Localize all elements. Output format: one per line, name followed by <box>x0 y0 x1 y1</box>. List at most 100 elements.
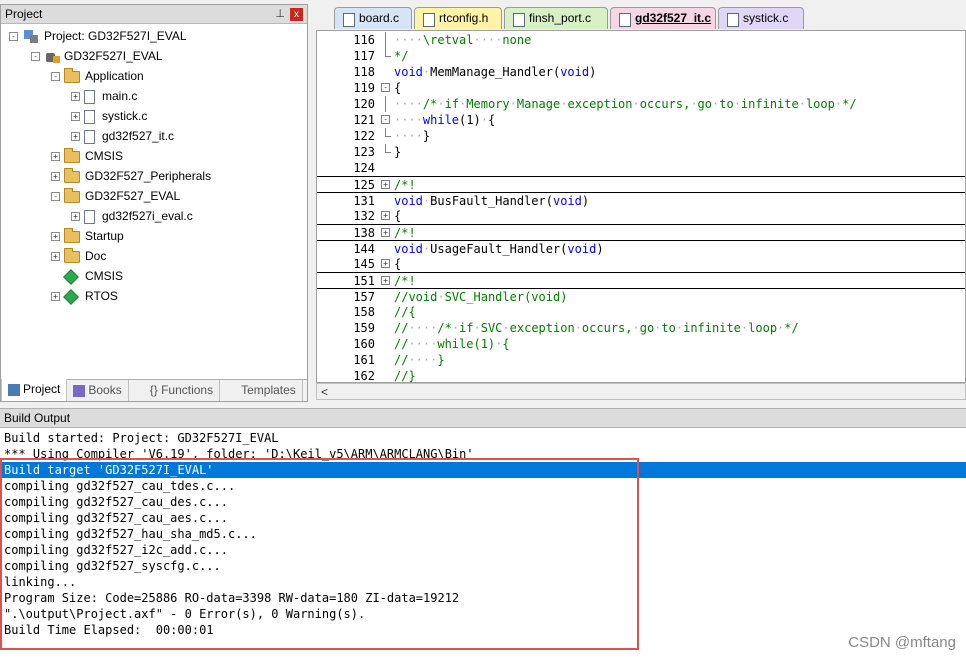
collapse-icon[interactable]: - <box>9 32 18 42</box>
editor-tab[interactable]: gd32f527_it.c <box>610 7 716 29</box>
expand-icon[interactable]: + <box>71 212 80 222</box>
tree-item[interactable]: + GD32F527_Peripherals <box>51 167 211 185</box>
tree-item[interactable]: + Startup <box>51 227 124 245</box>
panel-tab-project[interactable]: Project <box>1 379 68 401</box>
expand-icon[interactable]: + <box>71 92 80 102</box>
tree-item-label: Project: GD32F527I_EVAL <box>44 29 187 43</box>
close-icon[interactable]: x <box>290 8 303 21</box>
panel-tab-templates[interactable]: Templates <box>220 380 303 401</box>
tree-item[interactable]: + gd32f527_it.c <box>71 127 174 145</box>
line-number: 120 <box>353 97 375 111</box>
horizontal-scrollbar[interactable]: < <box>316 383 966 400</box>
folder-icon <box>64 147 80 163</box>
code-text: //····while(1)·{ <box>394 337 510 351</box>
expand-icon[interactable]: + <box>71 132 80 142</box>
build-output-line[interactable]: linking... <box>0 574 966 590</box>
expand-icon[interactable]: + <box>51 152 60 162</box>
fold-expand-icon[interactable]: + <box>381 180 390 189</box>
expand-icon[interactable]: + <box>51 172 60 182</box>
line-number: 132 <box>353 209 375 223</box>
build-output-header: Build Output <box>0 408 966 428</box>
code-text: void·MemManage_Handler(void) <box>394 65 597 79</box>
tree-item-label: gd32f527i_eval.c <box>102 209 193 223</box>
build-output-line[interactable]: Build Time Elapsed: 00:00:01 <box>0 622 966 638</box>
build-output-line[interactable]: Build started: Project: GD32F527I_EVAL <box>0 430 966 446</box>
tree-item-label: CMSIS <box>85 269 124 283</box>
fold-collapse-icon[interactable]: - <box>381 115 390 124</box>
tree-item[interactable]: CMSIS <box>51 267 123 285</box>
tree-item[interactable]: + main.c <box>71 87 137 105</box>
expand-icon[interactable]: + <box>51 292 60 302</box>
build-output-line-selected[interactable]: Build target 'GD32F527I_EVAL' <box>0 462 966 478</box>
books-icon <box>73 384 86 397</box>
pin-icon[interactable]: ⊥ <box>275 7 285 20</box>
fold-expand-icon[interactable]: + <box>381 211 390 220</box>
code-text: */ <box>394 49 409 63</box>
build-output-line[interactable]: compiling gd32f527_cau_tdes.c... <box>0 478 966 494</box>
tree-item[interactable]: - GD32F527I_EVAL <box>31 47 163 65</box>
line-number: 145 <box>353 257 375 271</box>
build-output-line[interactable]: Program Size: Code=25886 RO-data=3398 RW… <box>0 590 966 606</box>
project-panel-tabs: Project Books {} Functions Templates <box>1 379 307 401</box>
fold-expand-icon[interactable]: + <box>381 259 390 268</box>
scroll-left-icon[interactable]: < <box>321 385 328 399</box>
tree-item[interactable]: + systick.c <box>71 107 147 125</box>
tree-item-label: GD32F527I_EVAL <box>64 49 163 63</box>
editor-tab-bar: board.c rtconfig.h finsh_port.c gd32f527_it… <box>312 4 966 30</box>
tree-item[interactable]: + gd32f527i_eval.c <box>71 207 193 225</box>
line-number: 151 <box>353 274 375 288</box>
build-output-line[interactable]: compiling gd32f527_syscfg.c... <box>0 558 966 574</box>
panel-tab-books[interactable]: Books <box>67 380 129 401</box>
expand-icon[interactable]: + <box>71 112 80 122</box>
file-icon <box>84 129 95 144</box>
editor-tab-label: gd32f527_it.c <box>635 11 712 25</box>
code-text: /*! <box>394 178 416 192</box>
code-line: 118 void·MemManage_Handler(void) <box>317 64 965 80</box>
fold-expand-icon[interactable]: + <box>381 228 390 237</box>
editor-tab[interactable]: rtconfig.h <box>414 7 502 29</box>
code-line: 159 //····/*·if·SVC·exception·occurs,·go·… <box>317 320 965 336</box>
project-tree: - Project: GD32F527I_EVAL - GD32F527I_EVAL -… <box>1 25 307 380</box>
collapse-icon[interactable]: - <box>31 52 40 62</box>
tree-item[interactable]: + Doc <box>51 247 106 265</box>
expand-icon[interactable]: + <box>51 232 60 242</box>
tree-item[interactable]: - Application <box>51 67 144 85</box>
build-output-body[interactable]: Build started: Project: GD32F527I_EVAL **… <box>0 428 966 659</box>
collapse-icon[interactable]: - <box>51 72 60 82</box>
tree-item-label: GD32F527_EVAL <box>85 189 181 203</box>
editor-tab[interactable]: board.c <box>334 7 412 29</box>
code-text: //····} <box>394 353 445 367</box>
line-number: 161 <box>353 353 375 367</box>
build-output-line[interactable]: compiling gd32f527_i2c_add.c... <box>0 542 966 558</box>
editor-tab-label: systick.c <box>743 11 789 25</box>
tree-item[interactable]: - GD32F527_EVAL <box>51 187 180 205</box>
tree-item[interactable]: - Project: GD32F527I_EVAL <box>9 27 187 45</box>
package-icon <box>63 288 79 305</box>
line-number: 157 <box>353 290 375 304</box>
code-line: 123} <box>317 144 965 160</box>
code-line: 157 //void·SVC_Handler(void) <box>317 288 965 304</box>
code-line: 162 //} <box>317 368 965 383</box>
build-output-line[interactable]: compiling gd32f527_cau_des.c... <box>0 494 966 510</box>
tree-item[interactable]: + RTOS <box>51 287 118 305</box>
editor-tab[interactable]: systick.c <box>718 7 804 29</box>
code-text: /*! <box>394 274 416 288</box>
collapse-icon[interactable]: - <box>51 192 60 202</box>
code-text: ····/*·if·Memory·Manage·exception·occurs… <box>394 97 857 111</box>
build-output-line[interactable]: compiling gd32f527_hau_sha_md5.c... <box>0 526 966 542</box>
code-line: 144 void·UsageFault_Handler(void) <box>317 240 965 256</box>
editor-tab[interactable]: finsh_port.c <box>504 7 608 29</box>
tree-item[interactable]: + CMSIS <box>51 147 123 165</box>
build-output-line[interactable]: ".\output\Project.axf" - 0 Error(s), 0 W… <box>0 606 966 622</box>
code-text: ····\retval····none <box>394 33 532 47</box>
fold-collapse-icon[interactable]: - <box>381 83 390 92</box>
fold-expand-icon[interactable]: + <box>381 276 390 285</box>
expand-icon[interactable]: + <box>51 252 60 262</box>
project-panel-title: Project <box>5 7 43 21</box>
code-editor[interactable]: 116 ····\retval····none 117 */ 118 void·MemMa… <box>316 30 966 383</box>
line-number: 162 <box>353 369 375 383</box>
code-line: 151 + /*! <box>317 272 965 288</box>
build-output-line[interactable]: *** Using Compiler 'V6.19', folder: 'D:\… <box>0 446 966 462</box>
build-output-line[interactable]: compiling gd32f527_cau_aes.c... <box>0 510 966 526</box>
panel-tab-functions[interactable]: {} Functions <box>129 380 221 401</box>
